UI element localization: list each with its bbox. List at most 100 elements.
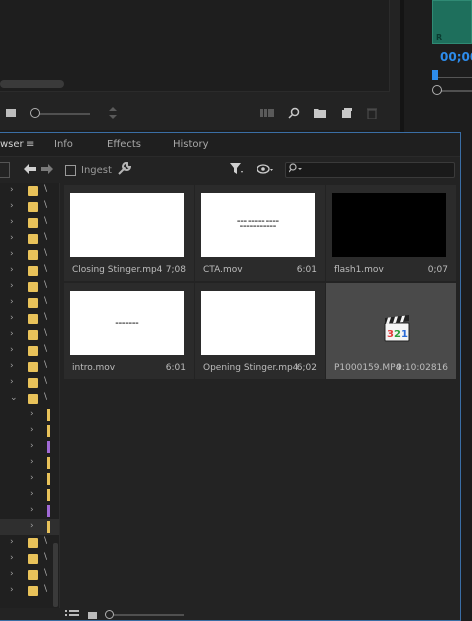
tree-item[interactable]: › [0, 423, 59, 439]
tree-item[interactable]: › \ [0, 567, 59, 583]
chevron-down-icon[interactable]: ⌄ [10, 393, 18, 403]
chevron-right-icon[interactable]: › [10, 585, 14, 595]
tree-item[interactable]: › \ [0, 535, 59, 551]
tree-item[interactable]: › [0, 407, 59, 423]
tree-item[interactable]: › \ [0, 199, 59, 215]
tree-item[interactable]: › [0, 439, 59, 455]
program-monitor-area [0, 0, 400, 130]
file-tile[interactable]: flash1.mov 0;07 [326, 185, 456, 281]
new-item-icon[interactable] [339, 106, 353, 120]
wrench-icon[interactable] [118, 162, 132, 179]
chevron-right-icon[interactable]: › [10, 297, 14, 307]
tree-item[interactable]: › \ [0, 327, 59, 343]
chevron-right-icon[interactable]: › [30, 473, 34, 483]
chevron-right-icon[interactable]: › [10, 377, 14, 387]
chevron-right-icon[interactable]: › [10, 569, 14, 579]
thumbnail-size-track[interactable] [114, 614, 184, 616]
folder-label: \ [44, 536, 48, 546]
location-dropdown[interactable] [0, 162, 10, 178]
zoom-slider-handle[interactable] [30, 108, 40, 118]
playhead[interactable] [432, 70, 438, 80]
tree-item[interactable]: ⌄ \ [0, 391, 59, 407]
zoom-slider-track[interactable] [32, 113, 90, 115]
arrow-left-icon[interactable] [24, 163, 36, 177]
tree-item[interactable]: › \ [0, 311, 59, 327]
ingest-checkbox[interactable] [65, 165, 76, 176]
sort-icon[interactable] [106, 106, 120, 120]
filter-icon[interactable] [230, 163, 244, 178]
browser-toolbar: Ingest [0, 159, 460, 183]
chevron-right-icon[interactable]: › [10, 201, 14, 211]
chevron-right-icon[interactable]: › [10, 345, 14, 355]
folder-icon [28, 218, 38, 228]
tree-item[interactable]: › \ [0, 551, 59, 567]
panel-menu-icon[interactable]: ≡ [26, 139, 34, 150]
icon-view-icon[interactable] [88, 612, 97, 619]
tree-scrollbar[interactable] [53, 543, 58, 607]
file-tile[interactable]: ▬▬▬▬▬▬▬ intro.mov 6:01 [64, 283, 194, 379]
chevron-right-icon[interactable]: › [10, 217, 14, 227]
chevron-right-icon[interactable]: › [30, 521, 34, 531]
trash-icon[interactable] [365, 106, 379, 120]
chevron-right-icon[interactable]: › [10, 329, 14, 339]
thumbnail-size-handle[interactable] [105, 610, 114, 619]
file-tile[interactable]: Opening Stinger.mp4 6;02 [195, 283, 325, 379]
panel-bottom-bar [60, 609, 460, 621]
chevron-right-icon[interactable]: › [30, 409, 34, 419]
tree-item[interactable]: › \ [0, 183, 59, 199]
tree-item[interactable]: › [0, 503, 59, 519]
chevron-right-icon[interactable]: › [10, 233, 14, 243]
tree-item[interactable]: › \ [0, 247, 59, 263]
file-name: intro.mov [72, 363, 116, 373]
find-icon[interactable] [287, 106, 301, 120]
chevron-right-icon[interactable]: › [10, 249, 14, 259]
tree-item[interactable]: › [0, 519, 59, 535]
chevron-right-icon[interactable]: › [30, 505, 34, 515]
file-tile[interactable]: 3 2 1 P1000159.MP4 9:10:02816 [326, 283, 456, 379]
tree-item[interactable]: › [0, 471, 59, 487]
chevron-right-icon[interactable]: › [10, 537, 14, 547]
timecode-display[interactable]: 00;00 [440, 50, 472, 64]
automate-icon[interactable] [260, 106, 274, 120]
list-view-icon[interactable] [65, 610, 79, 621]
tree-item[interactable]: › \ [0, 279, 59, 295]
tree-item[interactable]: › [0, 455, 59, 471]
tab-info[interactable]: Info [54, 139, 73, 150]
search-input[interactable] [285, 162, 455, 178]
tree-item[interactable]: › \ [0, 263, 59, 279]
tree-item[interactable]: › \ [0, 343, 59, 359]
tree-item[interactable]: › \ [0, 231, 59, 247]
track-clip[interactable]: R [432, 0, 472, 44]
chevron-right-icon[interactable]: › [10, 313, 14, 323]
tree-item[interactable]: › \ [0, 359, 59, 375]
chevron-right-icon[interactable]: › [10, 281, 14, 291]
new-bin-icon[interactable] [313, 106, 327, 120]
timeline-zoom-handle[interactable] [432, 85, 442, 95]
tree-item[interactable]: › \ [0, 375, 59, 391]
chevron-right-icon[interactable]: › [10, 265, 14, 275]
top-toolbar [0, 100, 400, 128]
file-tile[interactable]: Closing Stinger.mp4 7;08 [64, 185, 194, 281]
chevron-right-icon[interactable]: › [30, 457, 34, 467]
label-color [47, 425, 50, 437]
tree-item[interactable]: › \ [0, 295, 59, 311]
tree-item[interactable]: › [0, 487, 59, 503]
tab-history[interactable]: History [173, 139, 209, 150]
chevron-right-icon[interactable]: › [30, 425, 34, 435]
tab-effects[interactable]: Effects [107, 139, 141, 150]
eye-icon[interactable] [256, 163, 273, 177]
list-view-icon[interactable] [4, 106, 18, 120]
tree-item[interactable]: › \ [0, 215, 59, 231]
file-tile[interactable]: ▬▬▬ ▬▬▬▬▬ ▬▬▬▬ ▬▬▬▬▬▬▬▬▬▬▬ CTA.mov 6:01 [195, 185, 325, 281]
arrow-right-icon[interactable] [41, 163, 53, 177]
tree-item[interactable]: › \ [0, 583, 59, 599]
chevron-right-icon[interactable]: › [10, 185, 14, 195]
chevron-right-icon[interactable]: › [30, 441, 34, 451]
chevron-right-icon[interactable]: › [10, 361, 14, 371]
chevron-right-icon[interactable]: › [10, 553, 14, 563]
tab-media-browser[interactable]: wser [0, 139, 24, 150]
horizontal-scrollbar[interactable] [0, 80, 64, 88]
time-ruler[interactable] [432, 72, 472, 78]
label-color [47, 489, 50, 501]
chevron-right-icon[interactable]: › [30, 489, 34, 499]
